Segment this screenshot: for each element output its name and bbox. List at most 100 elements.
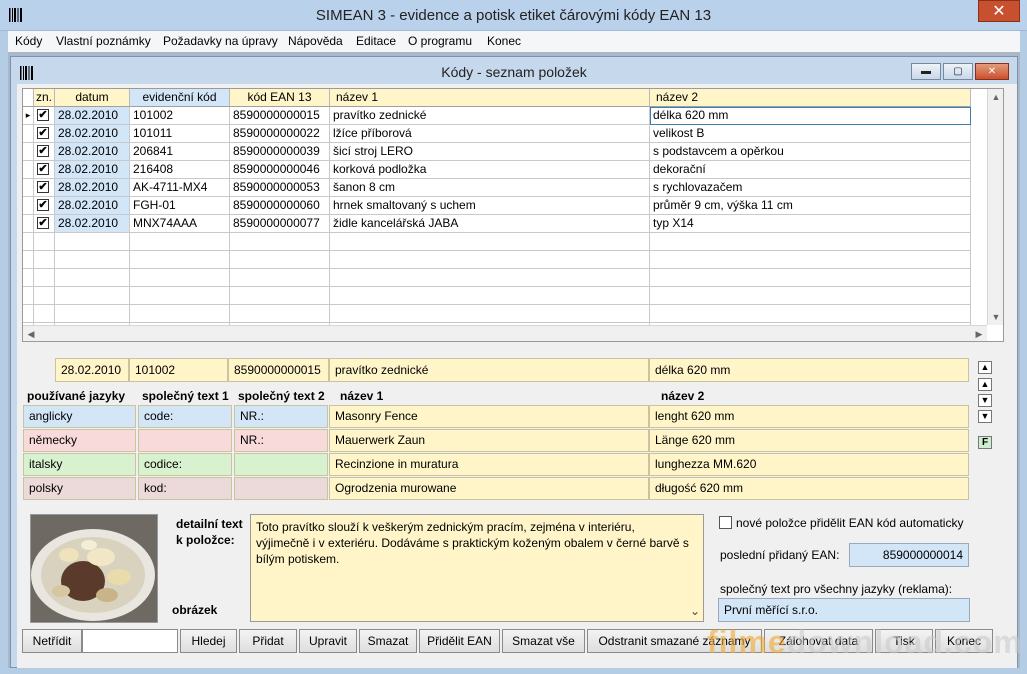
- col-header-nazev1[interactable]: název 1: [330, 89, 650, 107]
- empty-cell[interactable]: [130, 269, 230, 287]
- unsort-button[interactable]: Netřídit: [22, 629, 82, 653]
- lang-t1-cell[interactable]: code:: [138, 405, 232, 428]
- text-scroll-down-icon[interactable]: ⌄: [690, 603, 700, 619]
- empty-cell[interactable]: [55, 251, 130, 269]
- app-close-button[interactable]: ✕: [978, 0, 1020, 22]
- row-selector[interactable]: [23, 143, 34, 161]
- scroll-up-button[interactable]: ▲: [988, 89, 1004, 105]
- item-photo[interactable]: [30, 514, 158, 623]
- grid-vertical-scrollbar[interactable]: ▲ ▼: [987, 89, 1003, 325]
- col-header-evidencni-kod[interactable]: evidenční kód: [130, 89, 230, 107]
- lang-t1-cell[interactable]: codice:: [138, 453, 232, 476]
- cell-kod[interactable]: 101002: [130, 107, 230, 125]
- lang-n2-cell[interactable]: lenght 620 mm: [649, 405, 969, 428]
- nav-last-button[interactable]: ▼: [978, 410, 992, 423]
- delete-button[interactable]: Smazat: [359, 629, 417, 653]
- nav-first-button[interactable]: ▲: [978, 361, 992, 374]
- lang-t2-cell[interactable]: [234, 453, 328, 476]
- menu-konec[interactable]: Konec: [487, 34, 521, 48]
- detail-nazev1[interactable]: pravítko zednické: [329, 358, 649, 382]
- empty-cell[interactable]: [230, 233, 330, 251]
- cell-ean[interactable]: 8590000000022: [230, 125, 330, 143]
- cell-nazev2[interactable]: dekorační: [650, 161, 971, 179]
- col-header-datum[interactable]: datum: [55, 89, 130, 107]
- row-checkbox[interactable]: ✔: [37, 127, 49, 139]
- col-header-zn[interactable]: zn.: [34, 89, 55, 107]
- cell-nazev2[interactable]: průměr 9 cm, výška 11 cm: [650, 197, 971, 215]
- empty-cell[interactable]: [650, 305, 971, 323]
- maximize-button[interactable]: ▢: [943, 63, 973, 80]
- cell-ean[interactable]: 8590000000039: [230, 143, 330, 161]
- lang-t2-cell[interactable]: NR.:: [234, 429, 328, 452]
- empty-cell[interactable]: [650, 287, 971, 305]
- lang-n2-cell[interactable]: lunghezza MM.620: [649, 453, 969, 476]
- scroll-left-button[interactable]: ◀: [23, 326, 39, 342]
- row-checkbox[interactable]: ✔: [37, 145, 49, 157]
- empty-cell[interactable]: [230, 251, 330, 269]
- row-selector[interactable]: [23, 305, 34, 323]
- nav-next-button[interactable]: ▼: [978, 394, 992, 407]
- delete-all-button[interactable]: Smazat vše: [502, 629, 585, 653]
- row-selector[interactable]: [23, 197, 34, 215]
- empty-cell[interactable]: [55, 305, 130, 323]
- lang-n1-cell[interactable]: Mauerwerk Zaun: [329, 429, 649, 452]
- cell-kod[interactable]: FGH-01: [130, 197, 230, 215]
- row-selector[interactable]: [23, 269, 34, 287]
- assign-ean-button[interactable]: Přidělit EAN: [419, 629, 500, 653]
- items-grid[interactable]: zn. datum evidenční kód kód EAN 13 název…: [22, 88, 1004, 342]
- empty-cell[interactable]: [230, 269, 330, 287]
- col-header-nazev2[interactable]: název 2: [650, 89, 971, 107]
- detail-nazev2[interactable]: délka 620 mm: [649, 358, 969, 382]
- search-input[interactable]: [82, 629, 178, 653]
- lang-n2-cell[interactable]: długość 620 mm: [649, 477, 969, 500]
- row-checkbox[interactable]: ✔: [37, 199, 49, 211]
- scroll-down-button[interactable]: ▼: [988, 309, 1004, 325]
- detail-ean[interactable]: 8590000000015: [228, 358, 329, 382]
- cell-ean[interactable]: 8590000000015: [230, 107, 330, 125]
- empty-cell[interactable]: [130, 305, 230, 323]
- empty-cell[interactable]: [330, 305, 650, 323]
- lang-n1-cell[interactable]: Masonry Fence: [329, 405, 649, 428]
- lang-t1-cell[interactable]: [138, 429, 232, 452]
- lang-lang-cell[interactable]: německy: [23, 429, 136, 452]
- nav-prev-button[interactable]: ▲: [978, 378, 992, 391]
- cell-nazev2[interactable]: typ X14: [650, 215, 971, 233]
- row-selector[interactable]: ▸: [23, 107, 34, 125]
- menu-kody[interactable]: Kódy: [15, 34, 42, 48]
- menu-editace[interactable]: Editace: [356, 34, 396, 48]
- col-header-ean[interactable]: kód EAN 13: [230, 89, 330, 107]
- row-checkbox[interactable]: ✔: [37, 109, 49, 121]
- empty-cell[interactable]: [130, 251, 230, 269]
- lang-lang-cell[interactable]: anglicky: [23, 405, 136, 428]
- detail-evidencni-kod[interactable]: 101002: [129, 358, 228, 382]
- detail-text-area[interactable]: Toto pravítko slouží k veškerým zednický…: [250, 514, 704, 622]
- menu-o-programu[interactable]: O programu: [408, 34, 472, 48]
- cell-kod[interactable]: MNX74AAA: [130, 215, 230, 233]
- cell-nazev1[interactable]: korková podložka: [330, 161, 650, 179]
- lang-t2-cell[interactable]: [234, 477, 328, 500]
- empty-cell[interactable]: [230, 287, 330, 305]
- cell-nazev1[interactable]: lžíce příborová: [330, 125, 650, 143]
- scroll-right-button[interactable]: ▶: [971, 326, 987, 342]
- cell-ean[interactable]: 8590000000077: [230, 215, 330, 233]
- cell-datum[interactable]: 28.02.2010: [55, 179, 130, 197]
- detail-datum[interactable]: 28.02.2010: [55, 358, 129, 382]
- empty-cell[interactable]: [650, 251, 971, 269]
- empty-cell[interactable]: [330, 233, 650, 251]
- row-checkbox[interactable]: ✔: [37, 217, 49, 229]
- cell-nazev1[interactable]: pravítko zednické: [330, 107, 650, 125]
- search-button[interactable]: Hledej: [180, 629, 237, 653]
- lang-t1-cell[interactable]: kod:: [138, 477, 232, 500]
- row-selector[interactable]: [23, 125, 34, 143]
- row-selector[interactable]: [23, 161, 34, 179]
- empty-cell[interactable]: [130, 233, 230, 251]
- minimize-button[interactable]: ▬: [911, 63, 941, 80]
- cell-datum[interactable]: 28.02.2010: [55, 143, 130, 161]
- empty-cell[interactable]: [130, 287, 230, 305]
- cell-kod[interactable]: 216408: [130, 161, 230, 179]
- cell-datum[interactable]: 28.02.2010: [55, 197, 130, 215]
- cell-nazev2[interactable]: velikost B: [650, 125, 971, 143]
- row-selector[interactable]: [23, 179, 34, 197]
- edit-button[interactable]: Upravit: [299, 629, 357, 653]
- empty-cell[interactable]: [230, 305, 330, 323]
